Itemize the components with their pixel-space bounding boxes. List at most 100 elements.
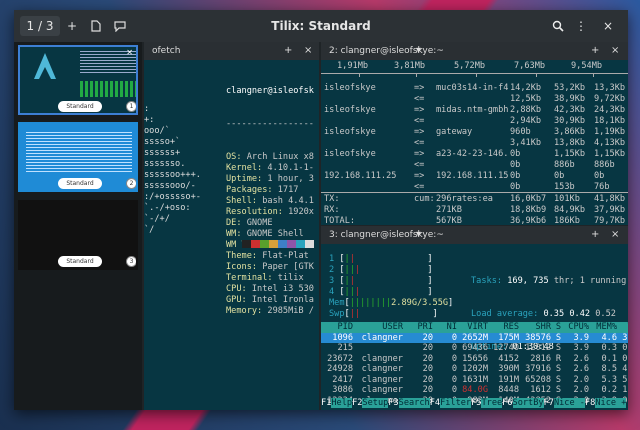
- session-switcher-button[interactable]: 1 / 3: [20, 16, 60, 36]
- net-cell: 18,8Kb9: [510, 205, 547, 215]
- net-row: isleofskye => a23-42-23-146. 0b 1,15Kb 1,15Kb: [324, 149, 626, 160]
- proc-cell: 3086: [332, 385, 353, 395]
- proc-cell: 1202M: [462, 364, 488, 374]
- proc-cell: 0.2: [601, 385, 617, 395]
- proc-cell: VIRT: [467, 322, 488, 332]
- fkey-label: SortBy: [512, 398, 544, 408]
- palette-swatch: [269, 240, 278, 248]
- net-cell: 38,9Kb: [554, 94, 586, 104]
- meter-space: [360, 287, 427, 297]
- plus-icon[interactable]: +: [591, 42, 599, 60]
- proc-cell: 2652M: [462, 332, 488, 343]
- session-label: Standard: [58, 256, 102, 267]
- net-cell: 41,8Kb: [594, 194, 626, 204]
- menu-button[interactable]: ⋮: [574, 16, 588, 36]
- cpu-bar: ||: [344, 265, 355, 275]
- net-cell: <=: [414, 138, 425, 148]
- palette-swatch: [242, 240, 251, 248]
- session-thumbnail-3[interactable]: Standard 3: [18, 200, 138, 270]
- function-keys-bar[interactable]: F1HelpF2SetupF3SearchF4FilterF5TreeF6Sor…: [321, 398, 628, 409]
- net-row: isleofskye => midas.ntm-gmbh 2,88Kb 42,3Kb 24…: [324, 105, 625, 116]
- sysinfo-line: DE: GNOME: [226, 218, 314, 229]
- sysinfo: clangner@isleofsk ----------------- OS: …: [226, 64, 314, 339]
- process-table[interactable]: PID USER PRI NI VIRT RES SHR S CPU% MEM% TIM 1096 cl…: [321, 322, 628, 406]
- session-thumbnail-2[interactable]: Standard 2: [18, 122, 138, 192]
- sysinfo-value: tilix: [272, 273, 304, 283]
- sysinfo-key: Shell:: [226, 196, 258, 206]
- proc-cell: S: [555, 322, 561, 332]
- page-indicator: 1 / 3: [26, 19, 54, 33]
- pane-header: 2: clangner@isleofskye:~ ▾ + ×: [321, 42, 628, 60]
- chevron-down-icon[interactable]: ▾: [416, 226, 421, 244]
- chevron-down-icon[interactable]: ▾: [416, 42, 421, 60]
- net-cell: 1,15Kb: [594, 149, 626, 159]
- proc-cell: RES: [503, 322, 519, 332]
- plus-icon[interactable]: +: [591, 226, 599, 244]
- pane-title: 3: clangner@isleofskye:~: [329, 230, 444, 240]
- net-cell: 0b: [594, 171, 605, 181]
- proc-cell: 1612: [530, 385, 551, 395]
- cpu-bar: ||: [344, 287, 355, 297]
- net-cell: a23-42-23-146.: [436, 149, 509, 159]
- search-button[interactable]: [548, 16, 568, 36]
- session-number: 1: [126, 101, 136, 112]
- close-icon[interactable]: ✕: [126, 48, 133, 57]
- fetch-user: clangner@isleofsk: [226, 86, 314, 96]
- ascii-art-line: :/+osssso+-: [144, 192, 201, 202]
- process-row: 24928 clangner 20 0 1202M 390M 37916 S 2.6 8.5 4:0…: [321, 364, 628, 375]
- proc-cell: 3.9: [573, 343, 589, 353]
- proc-cell: 20: [422, 332, 433, 343]
- sysinfo-value: 4.10.1-1-: [262, 163, 314, 173]
- proc-cell: 3:51: [622, 332, 628, 343]
- net-cell: 18,1Kb: [594, 116, 626, 126]
- proc-cell: 0: [451, 364, 457, 374]
- close-icon[interactable]: ×: [611, 42, 619, 60]
- fkey-number: F7: [543, 398, 554, 408]
- close-icon: ×: [602, 19, 614, 33]
- new-tab-button[interactable]: [86, 16, 106, 36]
- meter-bracket: ]: [427, 254, 433, 264]
- proc-cell: NI: [446, 322, 457, 332]
- proc-cell: 3.9: [573, 332, 589, 343]
- palette-swatch: [287, 240, 296, 248]
- net-cell: 1,19Kb: [594, 127, 626, 137]
- add-session-button[interactable]: +: [62, 16, 82, 36]
- session-thumbnail-1[interactable]: ✕ Standard 1: [18, 45, 138, 115]
- net-cell: 0b: [510, 149, 521, 159]
- meter-space: [355, 276, 427, 286]
- proc-cell: 69436: [462, 343, 488, 353]
- net-cell: 0b: [554, 171, 565, 181]
- net-cell: 9,72Kb: [594, 94, 626, 104]
- sysinfo-value: Flat-Plat: [257, 251, 309, 261]
- function-key: F6SortBy: [502, 398, 544, 408]
- close-window-button[interactable]: ×: [598, 16, 618, 36]
- net-cell: 296rates:ea: [436, 194, 493, 204]
- ascii-art-line: +:: [144, 115, 155, 125]
- fkey-label: Setup: [362, 398, 389, 408]
- fkey-number: F5: [471, 398, 482, 408]
- fkey-number: F3: [388, 398, 399, 408]
- close-icon[interactable]: ×: [304, 42, 312, 60]
- net-cell: =>: [414, 127, 425, 137]
- proc-cell: 2816: [530, 353, 551, 364]
- sysinfo-value: GNOME: [241, 218, 273, 228]
- terminal-pane-2[interactable]: 2: clangner@isleofskye:~ ▾ + × 1,91Mb 3,8…: [321, 42, 628, 225]
- plus-icon[interactable]: +: [284, 42, 292, 60]
- ascii-art-line: `/: [144, 225, 155, 235]
- proc-cell: 175M: [498, 332, 519, 343]
- proc-cell: 1096: [332, 332, 353, 343]
- notification-button[interactable]: [110, 16, 130, 36]
- sysinfo-line: Icons: Paper [GTK: [226, 262, 314, 273]
- ascii-art-line: `.-/+oso:: [144, 203, 191, 213]
- terminal-pane-3[interactable]: 3: clangner@isleofskye:~ ▾ + × 1 [|| ] 2 …: [321, 226, 628, 410]
- meter-bracket: [: [334, 265, 345, 275]
- proc-cell: 0: [451, 343, 457, 353]
- sysinfo-line: GPU: Intel Ironla: [226, 295, 314, 306]
- proc-cell: 65208: [525, 374, 551, 385]
- net-row: <= 12,5Kb 38,9Kb 9,72Kb: [324, 94, 626, 105]
- close-icon[interactable]: ×: [611, 226, 619, 244]
- proc-cell: TIM: [627, 322, 628, 333]
- proc-cell: 15656: [462, 353, 488, 364]
- net-cell: 1,15Kb: [554, 149, 586, 159]
- terminal-pane-1[interactable]: ofetch + × : +: ooo/` sssso+` ssssss+ sssssso…: [144, 42, 319, 410]
